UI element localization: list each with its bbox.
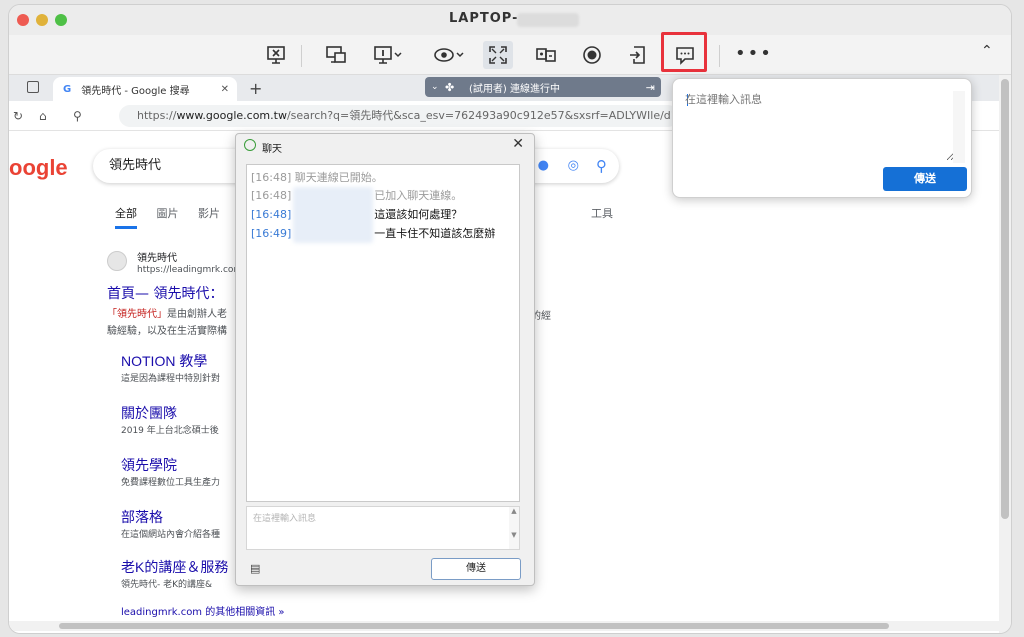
title-bar: LAPTOP- — [9, 5, 1011, 35]
url-scheme: https:// — [137, 109, 177, 122]
message-text: 聊天連線已開始。 — [294, 171, 383, 184]
exit-session-icon[interactable]: ⇥ — [646, 81, 655, 94]
toolbar-separator — [719, 45, 720, 67]
search-submit-icon[interactable]: ⚲ — [596, 149, 607, 183]
message-text: 已加入聊天連線。 — [374, 189, 463, 202]
home-icon[interactable]: ⌂ — [39, 109, 47, 123]
reload-icon[interactable]: ↻ — [13, 109, 23, 123]
more-results-link[interactable]: leadingmrk.com 的其他相關資訊 » — [121, 603, 285, 618]
google-favicon-icon: G — [63, 83, 72, 95]
site-url[interactable]: https://leadingmrk.com — [137, 265, 242, 275]
sublink-desc: 免費課程數位工具生產力 — [121, 478, 221, 488]
chat-input-scrollbar[interactable]: ▲ ▼ — [509, 507, 519, 549]
close-window-button[interactable] — [17, 14, 29, 26]
search-icon[interactable]: ⚲ — [73, 109, 82, 123]
chat-send-button[interactable]: 傳送 — [431, 558, 521, 580]
snippet-text: 是由創辦人老 — [167, 309, 227, 320]
search-query: 領先時代 — [109, 158, 162, 173]
chat-header: 聊天 ✕ — [236, 134, 534, 158]
sublink-desc: 在這個網站內會介紹各種 — [121, 530, 221, 540]
category-videos[interactable]: 影片 — [198, 207, 220, 220]
maximize-window-button[interactable] — [55, 14, 67, 26]
new-tab-button[interactable]: + — [249, 79, 262, 98]
popover-send-button[interactable]: 傳送 — [883, 167, 967, 191]
chat-input-placeholder: 在這裡輸入訊息 — [253, 514, 317, 524]
tab-google-search[interactable]: G 領先時代 - Google 搜尋 ✕ — [53, 77, 237, 101]
chat-bubble-icon — [244, 139, 256, 151]
scroll-thumb[interactable] — [1001, 79, 1009, 519]
chat-message: [16:48] 這還該如何處理？ — [251, 206, 462, 222]
scroll-thumb[interactable] — [59, 623, 889, 629]
category-all[interactable]: 全部 — [115, 207, 137, 229]
chat-popover: 傳送 — [672, 78, 972, 198]
sidebar-toggle-icon[interactable] — [27, 81, 39, 93]
chat-message-input[interactable]: 在這裡輸入訊息 ▲ ▼ — [246, 506, 520, 550]
chat-message: [16:48] 已加入聊天連線。 — [251, 187, 462, 203]
window-title: LAPTOP- — [449, 11, 519, 26]
sublink-title[interactable]: 老K的講座＆服務 — [121, 557, 228, 577]
microphone-icon[interactable]: ● — [538, 149, 549, 183]
monitor-select-icon[interactable] — [369, 41, 409, 69]
session-status-text: (試用者) 連線進行中 — [469, 83, 560, 95]
message-time: [16:48] — [251, 208, 292, 221]
close-tab-icon[interactable]: ✕ — [221, 84, 229, 95]
sublink-title[interactable]: 領先學院 — [121, 455, 177, 475]
horizontal-scrollbar[interactable] — [9, 621, 999, 631]
category-images[interactable]: 圖片 — [157, 207, 179, 220]
chat-message: [16:49] 一直卡住不知道該怎麼辦 — [251, 225, 495, 241]
message-text: 這還該如何處理？ — [374, 208, 463, 221]
tab-label: 領先時代 - Google 搜尋 — [81, 85, 190, 97]
chat-title: 聊天 — [262, 144, 282, 155]
fit-screen-icon[interactable] — [483, 41, 513, 69]
logo-text: oogle — [9, 155, 68, 180]
search-tools[interactable]: 工具 — [591, 205, 613, 221]
chat-message: [16:48] 聊天連線已開始。 — [251, 169, 383, 185]
hostname-redaction — [517, 13, 579, 27]
google-logo[interactable]: oogle — [9, 155, 68, 181]
sublink-title[interactable]: 部落格 — [121, 507, 163, 527]
switch-icon[interactable] — [531, 41, 561, 69]
message-time: [16:49] — [251, 227, 292, 240]
more-options-button[interactable]: ••• — [735, 43, 773, 64]
minimize-window-button[interactable] — [36, 14, 48, 26]
url-host: www.google.com.tw — [176, 109, 287, 122]
chat-window: 聊天 ✕ [16:48] 聊天連線已開始。 [16:48] 已加入聊天連線。 [… — [235, 133, 535, 586]
url-field[interactable]: https://www.google.com.tw/search?q=領先時代&… — [119, 105, 679, 127]
sublink-desc: 2019 年上台北念碩士後 — [121, 426, 219, 436]
screen-x-icon[interactable] — [261, 41, 291, 69]
popover-scrollbar[interactable] — [953, 91, 965, 163]
toolbox-icon: ✤ — [445, 80, 455, 94]
message-time: [16:48] — [251, 189, 292, 202]
session-banner: ⌄ ✤ (試用者) 連線進行中 ⇥ — [425, 77, 661, 97]
remote-screen-icon[interactable] — [321, 41, 351, 69]
record-icon[interactable] — [577, 41, 607, 69]
remote-toolbar — [9, 35, 1011, 75]
toolbar-separator — [301, 45, 302, 67]
chevron-down-icon[interactable]: ⌄ — [431, 82, 439, 92]
sublink-title[interactable]: 關於團隊 — [121, 403, 177, 423]
site-favicon — [107, 251, 127, 271]
result-title[interactable]: 首頁— 領先時代： — [107, 283, 223, 303]
transfer-icon[interactable] — [623, 41, 653, 69]
collapse-toolbar-icon[interactable]: ⌃ — [981, 43, 993, 59]
sublink-desc: 領先時代- 老K的講座& — [121, 580, 213, 590]
close-icon[interactable]: ✕ — [512, 136, 524, 152]
vertical-scrollbar[interactable] — [999, 75, 1011, 633]
popover-message-input[interactable] — [685, 91, 955, 161]
result-snippet-line2: 驗經驗，以及在生活實際構 — [107, 326, 227, 337]
message-text: 一直卡住不知道該怎麼辦 — [374, 227, 496, 240]
view-icon[interactable] — [429, 41, 469, 69]
snippet-highlight: 「領先時代」 — [107, 309, 167, 320]
message-time: [16:48] — [251, 171, 292, 184]
chat-button-highlight — [661, 32, 707, 72]
site-name[interactable]: 領先時代 — [137, 249, 177, 264]
result-snippet: 「領先時代」是由創辦人老 — [107, 305, 227, 320]
url-path: /search?q=領先時代&sca_esv=762493a90c912e57&… — [286, 109, 679, 122]
sublink-title[interactable]: NOTION 教學 — [121, 351, 207, 371]
sublink-desc: 這是因為課程中特別針對 — [121, 374, 221, 384]
chat-log[interactable]: [16:48] 聊天連線已開始。 [16:48] 已加入聊天連線。 [16:48… — [246, 164, 520, 502]
emoji-icon[interactable]: ▤ — [250, 562, 260, 575]
lens-icon[interactable]: ◎ — [568, 149, 579, 183]
